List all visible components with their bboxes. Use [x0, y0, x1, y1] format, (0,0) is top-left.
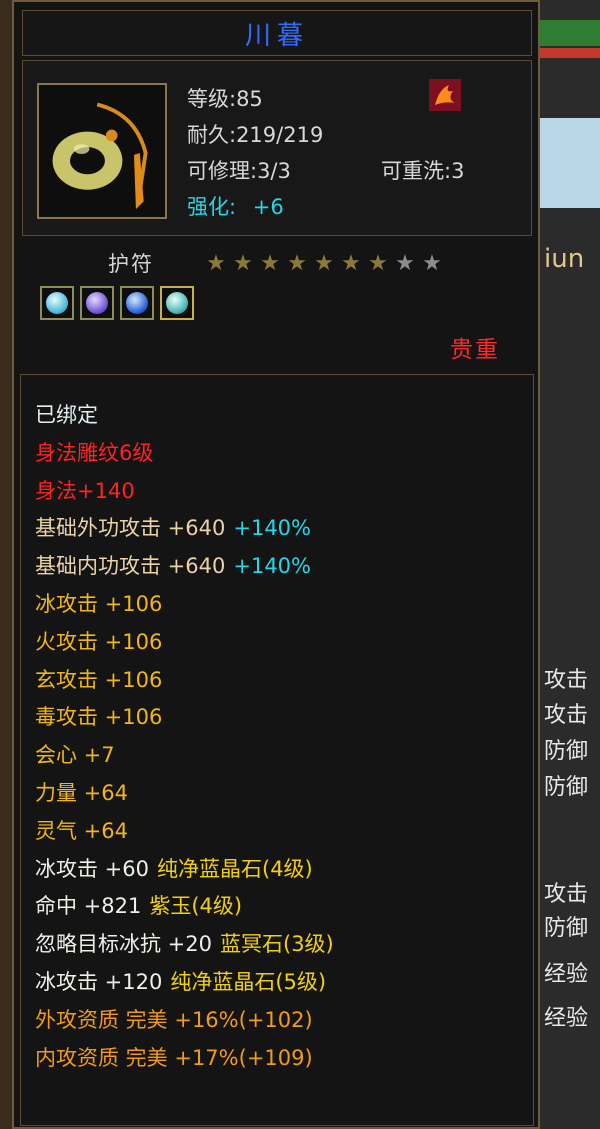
- attribute-row: 已绑定: [35, 397, 334, 435]
- attribute-row: 身法+140: [35, 473, 334, 511]
- star-empty-icon: ★: [422, 251, 442, 276]
- attribute-row: 忽略目标冰抗 +20 蓝冥石(3级): [35, 926, 334, 964]
- attribute-main: 已绑定: [35, 403, 98, 427]
- repair-text: 可修理:3/3: [187, 159, 291, 183]
- attribute-main: 忽略目标冰抗 +20: [35, 932, 212, 957]
- item-tooltip: 川暮 等级:85 耐久:219/219 可修理:3/3 可重洗:3 强化: +6: [12, 0, 540, 1129]
- background-right-panel: iun 攻击 攻击 防御 防御 攻击 防御 经验 经验: [540, 0, 600, 1129]
- background-green-bar: [540, 20, 600, 46]
- background-label: 防御: [544, 916, 589, 941]
- rewash-text: 可重洗:3: [381, 159, 465, 183]
- attribute-main: 外攻资质 完美 +16%(+102): [35, 1007, 313, 1032]
- attribute-row: 命中 +821 紫玉(4级): [35, 888, 334, 926]
- cyan-gem-icon: [46, 292, 68, 314]
- attribute-extra: 紫玉(4级): [149, 894, 243, 919]
- enhance-value: +6: [252, 195, 284, 219]
- item-type-label: 护符: [108, 252, 154, 276]
- attribute-row: 冰攻击 +106: [35, 586, 334, 624]
- item-header: 等级:85 耐久:219/219 可修理:3/3 可重洗:3 强化: +6: [22, 60, 532, 236]
- level-text: 等级:85: [187, 87, 263, 111]
- attribute-row: 灵气 +64: [35, 813, 334, 851]
- attribute-main: 冰攻击 +106: [35, 591, 163, 616]
- rarity-label: 贵重: [450, 337, 500, 363]
- star-filled-icon: ★: [287, 251, 307, 276]
- attribute-list: 已绑定 身法雕纹6级 身法+140 基础外功攻击 +640 +140% 基础内功攻击 +6…: [35, 397, 334, 1077]
- attribute-main: 冰攻击 +120: [35, 969, 163, 994]
- attribute-main: 身法+140: [35, 478, 135, 503]
- attribute-main: 玄攻击 +106: [35, 667, 163, 692]
- purple-gem-icon: [86, 292, 108, 314]
- attribute-box: 已绑定 身法雕纹6级 身法+140 基础外功攻击 +640 +140% 基础内功攻击 +6…: [20, 374, 534, 1126]
- star-empty-icon: ★: [395, 251, 415, 276]
- gem-slots: [40, 286, 194, 320]
- enhance-text: 强化: +6: [187, 191, 284, 221]
- attribute-extra: 纯净蓝晶石(5级): [170, 969, 327, 994]
- attribute-main: 力量 +64: [35, 780, 128, 805]
- blue-gem-icon: [126, 292, 148, 314]
- star-filled-icon: ★: [341, 251, 361, 276]
- attribute-row: 会心 +7: [35, 737, 334, 775]
- background-label: 攻击: [544, 668, 589, 693]
- attribute-main: 毒攻击 +106: [35, 705, 163, 730]
- attribute-extra: +140%: [233, 554, 311, 579]
- star-filled-icon: ★: [233, 251, 253, 276]
- attribute-main: 灵气 +64: [35, 818, 128, 843]
- attribute-row: 火攻击 +106: [35, 624, 334, 662]
- durability-text: 耐久:219/219: [187, 123, 324, 147]
- background-label: 防御: [544, 775, 589, 800]
- star-rating: ★ ★ ★ ★ ★ ★ ★ ★ ★: [204, 252, 444, 276]
- attribute-row: 基础内功攻击 +640 +140%: [35, 548, 334, 586]
- attribute-row: 外攻资质 完美 +16%(+102): [35, 1002, 334, 1040]
- attribute-extra: 蓝冥石(3级): [220, 932, 334, 957]
- blue-gem-slot[interactable]: [120, 286, 154, 320]
- background-label: 经验: [544, 962, 589, 987]
- item-type-row: 护符 ★ ★ ★ ★ ★ ★ ★ ★ ★ 贵重: [14, 242, 538, 372]
- attribute-row: 力量 +64: [35, 775, 334, 813]
- attribute-main: 基础内功攻击 +640: [35, 554, 226, 579]
- enhance-label: 强化:: [187, 195, 237, 219]
- star-filled-icon: ★: [206, 251, 226, 276]
- attribute-row: 毒攻击 +106: [35, 699, 334, 737]
- attribute-row: 基础外功攻击 +640 +140%: [35, 510, 334, 548]
- star-filled-icon: ★: [260, 251, 280, 276]
- star-filled-icon: ★: [314, 251, 334, 276]
- teal-gem-icon: [166, 292, 188, 314]
- attribute-extra: +140%: [233, 516, 311, 541]
- title-bar: 川暮: [22, 10, 532, 56]
- background-label: 经验: [544, 1006, 589, 1031]
- cyan-gem-slot[interactable]: [40, 286, 74, 320]
- teal-gem-slot[interactable]: [160, 286, 194, 320]
- star-filled-icon: ★: [368, 251, 388, 276]
- flame-emblem-icon: [429, 79, 461, 111]
- attribute-row: 冰攻击 +120 纯净蓝晶石(5级): [35, 964, 334, 1002]
- purple-gem-slot[interactable]: [80, 286, 114, 320]
- attribute-extra: 纯净蓝晶石(4级): [157, 856, 313, 881]
- background-label: 防御: [544, 739, 589, 764]
- attribute-main: 冰攻击 +60: [35, 856, 149, 881]
- background-label: 攻击: [544, 703, 589, 728]
- attribute-main: 火攻击 +106: [35, 629, 163, 654]
- background-label: 攻击: [544, 882, 589, 907]
- attribute-main: 命中 +821: [35, 894, 142, 919]
- jade-ring-icon: [52, 102, 148, 210]
- attribute-main: 基础外功攻击 +640: [35, 516, 226, 541]
- background-sky-area: [540, 118, 600, 208]
- item-name: 川暮: [244, 20, 309, 51]
- background-red-bar: [540, 48, 600, 58]
- background-left-panel: [0, 0, 12, 1129]
- attribute-main: 身法雕纹6级: [35, 440, 154, 465]
- amulet-icon: [37, 83, 167, 219]
- attribute-row: 玄攻击 +106: [35, 662, 334, 700]
- attribute-main: 会心 +7: [35, 743, 115, 768]
- attribute-row: 冰攻击 +60 纯净蓝晶石(4级): [35, 851, 334, 889]
- attribute-main: 内攻资质 完美 +17%(+109): [35, 1045, 313, 1070]
- attribute-row: 身法雕纹6级: [35, 435, 334, 473]
- attribute-row: 内攻资质 完美 +17%(+109): [35, 1040, 334, 1078]
- background-partial-label: iun: [544, 244, 585, 274]
